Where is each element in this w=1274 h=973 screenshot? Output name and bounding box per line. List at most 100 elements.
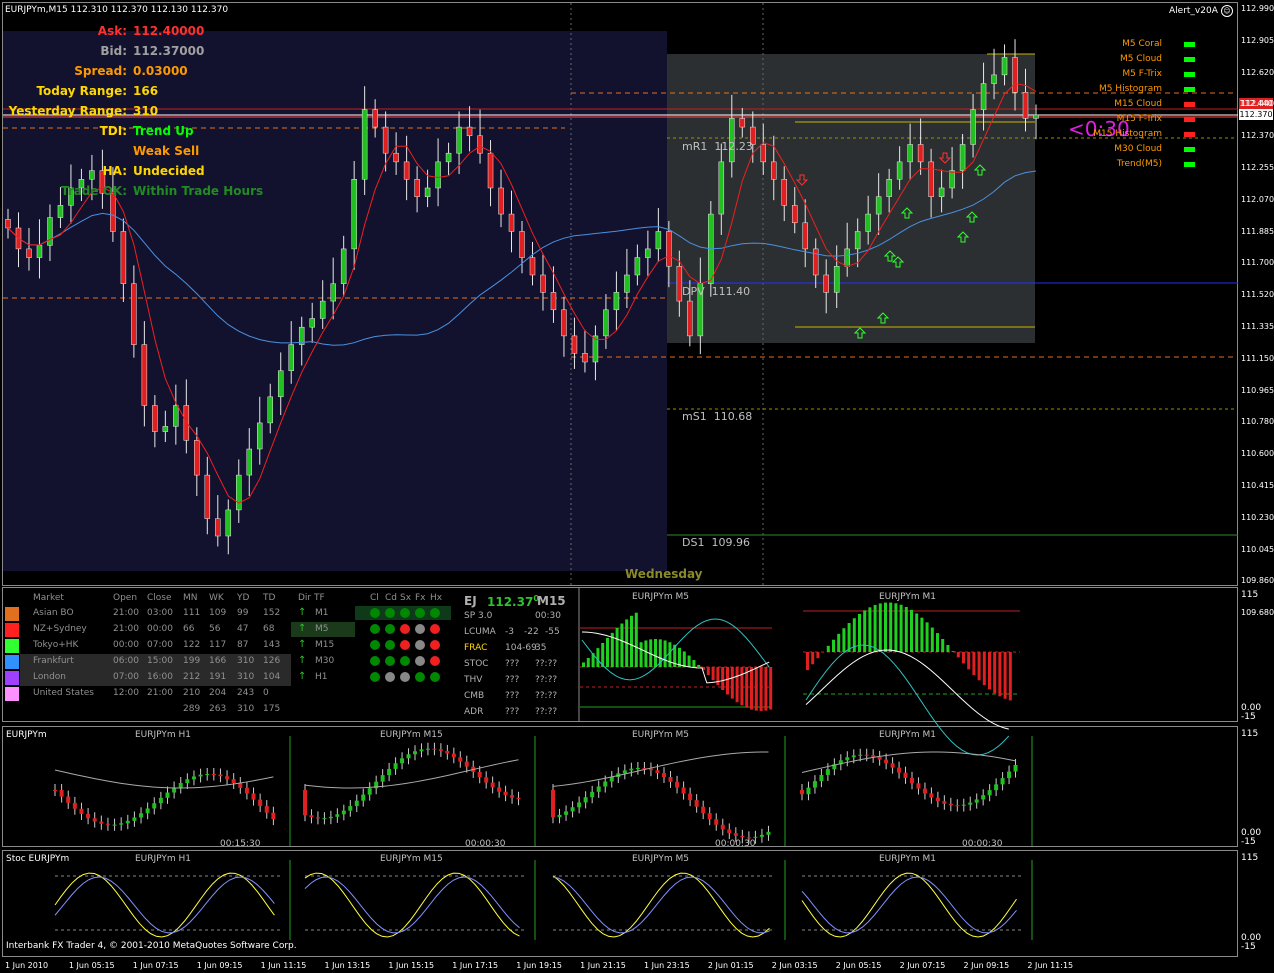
ej-time: 00:30 bbox=[535, 611, 561, 621]
candle-body bbox=[907, 144, 913, 163]
market-cell: 212 bbox=[183, 672, 201, 682]
candle-body bbox=[624, 274, 630, 293]
market-cell: 66 bbox=[183, 624, 195, 634]
candle-body bbox=[414, 179, 420, 197]
status-dot bbox=[415, 624, 425, 634]
time-tick: 2 Jun 09:15 bbox=[963, 961, 1010, 970]
market-name: NZ+Sydney bbox=[33, 624, 87, 634]
dot-header: Cl bbox=[370, 593, 379, 603]
market-color-swatch bbox=[5, 607, 19, 621]
market-header: Close bbox=[147, 593, 172, 603]
price-tick: 110.045 bbox=[1241, 544, 1274, 554]
stoc-chart-title: EURJPYm M5 bbox=[632, 854, 690, 864]
pivot-ms1-label: mS1 110.68 bbox=[682, 410, 753, 423]
tf-direction-arrow-icon: ↑ bbox=[298, 639, 307, 650]
candle-body bbox=[110, 192, 116, 232]
candle-body bbox=[372, 109, 378, 128]
time-tick: 1 Jun 11:15 bbox=[260, 961, 307, 970]
candle-body bbox=[508, 213, 515, 232]
alert-status-indicator bbox=[1184, 147, 1195, 152]
alert-status-indicator bbox=[1184, 132, 1195, 137]
candle-body bbox=[865, 213, 871, 232]
mini-axis-bot: -15 bbox=[1241, 837, 1256, 847]
candle-body bbox=[487, 152, 494, 189]
tf-direction-arrow-icon: ↑ bbox=[298, 655, 307, 666]
candle-body bbox=[613, 292, 620, 311]
market-header: Market bbox=[33, 593, 64, 603]
ej-row-label: ADR bbox=[464, 707, 484, 717]
candle-body bbox=[47, 217, 53, 246]
market-cell: 21:00 bbox=[113, 608, 139, 618]
alert-label: M15 Histogram bbox=[1093, 129, 1162, 139]
candle-body bbox=[277, 370, 284, 398]
candle-body bbox=[477, 135, 483, 154]
candle-body bbox=[802, 222, 808, 250]
market-name: Frankfurt bbox=[33, 656, 74, 666]
status-dot bbox=[385, 672, 395, 682]
market-total: 310 bbox=[237, 704, 255, 714]
market-cell: 56 bbox=[209, 624, 221, 634]
candle-body bbox=[1001, 57, 1008, 76]
tf-header: Dir bbox=[298, 593, 312, 603]
candle-body bbox=[771, 161, 777, 180]
main-chart-title: EURJPYm,M15 112.310 112.370 112.130 112.… bbox=[5, 5, 229, 15]
price-tick: 112.905 bbox=[1241, 35, 1274, 45]
price-tick: 112.990 bbox=[1241, 4, 1274, 13]
alert-name: Alert_v20A bbox=[1169, 6, 1218, 16]
status-dot bbox=[430, 672, 440, 682]
ej-panel: EJ 112.370 M15 SP 3.0 00:30 LCUMA -3 -22 -5… bbox=[460, 592, 578, 720]
time-tick: 1 Jun 21:15 bbox=[580, 961, 626, 970]
candle-body bbox=[739, 118, 746, 128]
m5-indicator-title: EURJPYm M5 bbox=[632, 592, 690, 602]
alert-status-indicator bbox=[1184, 87, 1195, 92]
candle-body bbox=[319, 300, 326, 319]
market-cell: 126 bbox=[263, 656, 281, 666]
price-tick: 112.620 bbox=[1241, 67, 1274, 77]
ej-row-value: ??? bbox=[505, 675, 520, 685]
candle-body bbox=[424, 187, 431, 197]
candle-body bbox=[330, 283, 336, 302]
stoc-chart-title: EURJPYm M1 bbox=[879, 854, 937, 864]
market-cell: 143 bbox=[263, 640, 281, 650]
status-dot bbox=[430, 640, 440, 650]
ej-row-value: ??:?? bbox=[535, 707, 558, 717]
market-name: United States bbox=[33, 688, 94, 698]
candle-body bbox=[519, 231, 525, 258]
market-cell: 104 bbox=[263, 672, 281, 682]
status-dot bbox=[385, 608, 395, 618]
stoc-axis-bot: -15 bbox=[1241, 942, 1256, 952]
time-tick: 1 Jun 23:15 bbox=[644, 961, 690, 970]
time-tick: 1 Jun 09:15 bbox=[196, 961, 243, 970]
ej-row-value: 104-69 bbox=[505, 643, 537, 653]
mini-chart-title: EURJPYm M1 bbox=[879, 730, 937, 740]
candle-body bbox=[812, 248, 819, 276]
alert-label: M30 Cloud bbox=[1114, 144, 1162, 154]
market-cell: 00:00 bbox=[147, 624, 173, 634]
status-dot bbox=[385, 640, 395, 650]
candle-body bbox=[718, 161, 725, 215]
market-cell: 122 bbox=[183, 640, 201, 650]
price-tick: 112.070 bbox=[1241, 194, 1274, 204]
status-dot bbox=[400, 624, 410, 634]
market-name: London bbox=[33, 672, 66, 682]
market-cell: 00:00 bbox=[113, 640, 139, 650]
status-dot bbox=[385, 656, 395, 666]
info-value: Weak Sell bbox=[133, 144, 200, 158]
info-value: Trend Up bbox=[133, 124, 194, 138]
market-color-swatch bbox=[5, 655, 19, 669]
mini-chart-timer: 00:00:30 bbox=[465, 839, 506, 849]
price-tick: 111.885 bbox=[1241, 226, 1274, 236]
settings-icon[interactable]: ☺ bbox=[1221, 5, 1233, 17]
market-header: Open bbox=[113, 593, 138, 603]
price-tick: 111.335 bbox=[1241, 322, 1274, 331]
pivot-ds1-label: DS1 109.96 bbox=[682, 536, 750, 549]
mini-chart-timer: 00:00:30 bbox=[962, 839, 1003, 849]
market-cell: 07:00 bbox=[113, 672, 139, 682]
candle-body bbox=[246, 448, 253, 476]
tf-name: M30 bbox=[315, 656, 335, 666]
candle-body bbox=[57, 205, 64, 218]
market-cell: 199 bbox=[183, 656, 201, 666]
time-tick: 1 Jun 17:15 bbox=[452, 961, 499, 970]
status-dot bbox=[415, 640, 425, 650]
market-cell: 109 bbox=[209, 608, 227, 618]
